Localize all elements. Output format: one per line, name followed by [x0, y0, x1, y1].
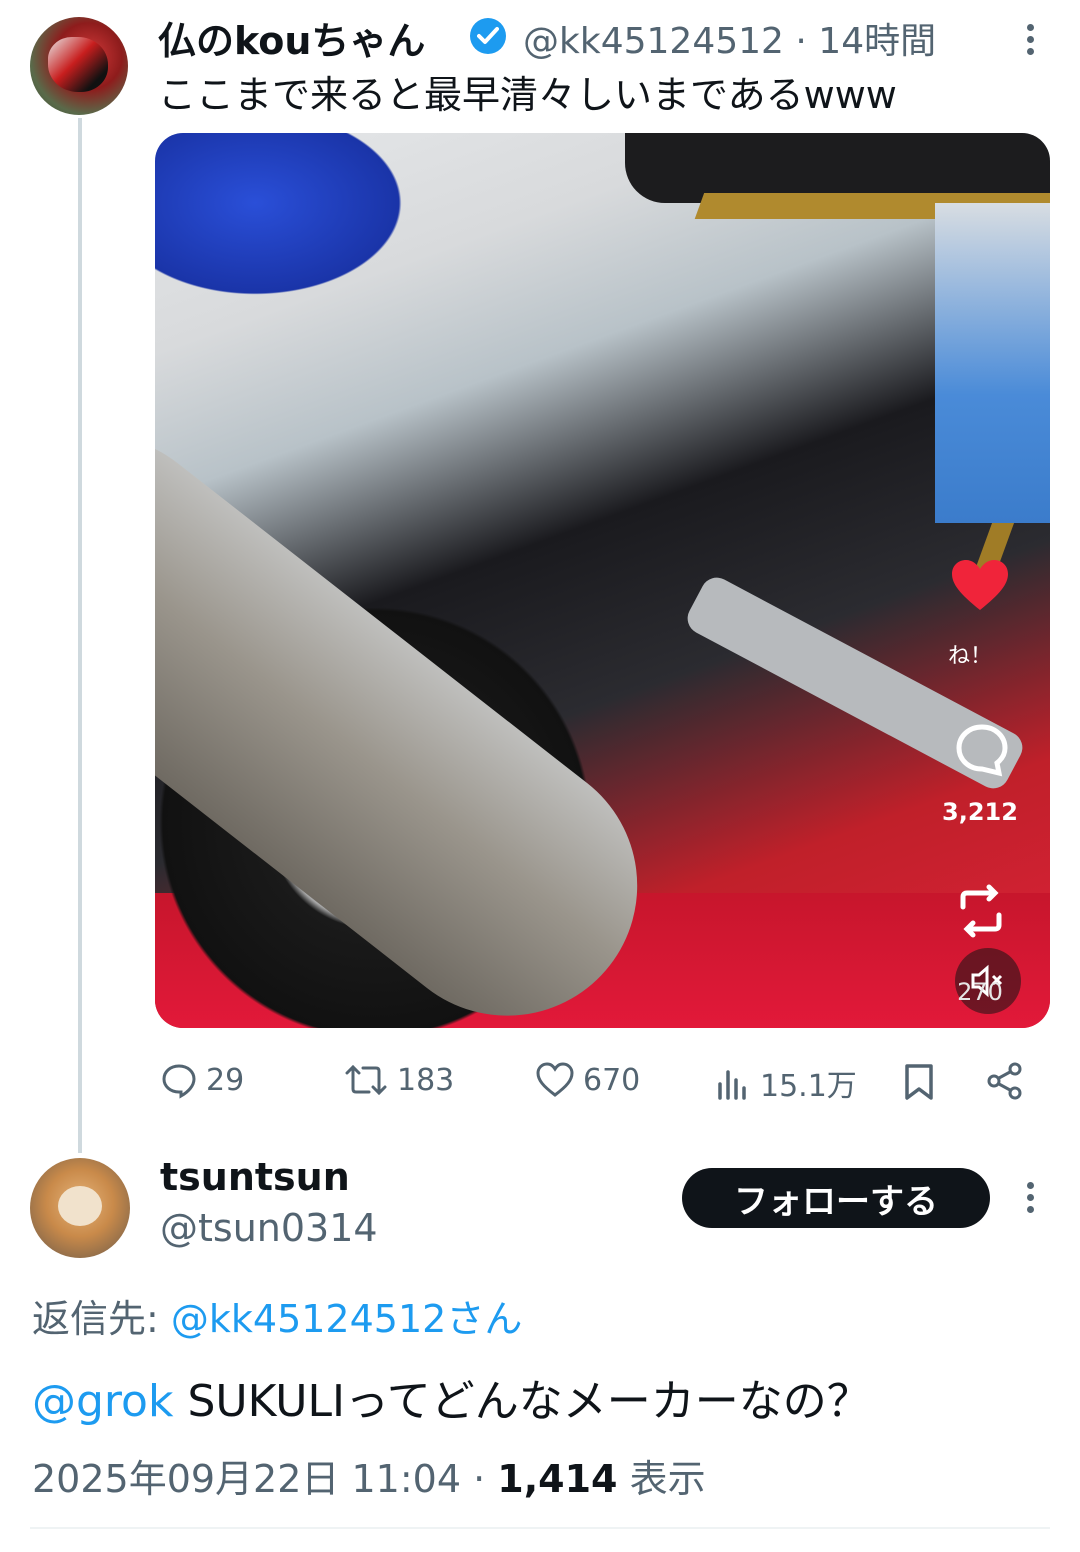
author-handle[interactable]: @kk45124512 [523, 21, 784, 62]
repost-count: 183 [397, 1062, 455, 1098]
share-button[interactable] [985, 1061, 1033, 1101]
separator: · [795, 21, 807, 62]
follow-button[interactable]: フォローする [682, 1168, 990, 1228]
comment-overlay-icon [955, 723, 1009, 777]
like-button[interactable]: 670 [535, 1061, 640, 1099]
reply-views-count: 1,414 [497, 1457, 618, 1501]
reply-body: SUKULIってどんなメーカーなの？ [173, 1376, 871, 1427]
views-count: 15.1万 [760, 1069, 857, 1104]
author-avatar[interactable] [30, 17, 128, 115]
more-icon[interactable] [1025, 1182, 1035, 1216]
bookmark-button[interactable] [902, 1063, 944, 1101]
repost-button[interactable]: 183 [343, 1061, 454, 1099]
repost-icon [345, 1064, 387, 1096]
separator: · [473, 1457, 486, 1501]
share-icon [987, 1062, 1022, 1100]
reply-icon [162, 1064, 196, 1099]
overlay-like-label: ね！ [947, 644, 992, 669]
divider [30, 1527, 1050, 1529]
more-icon[interactable] [1025, 24, 1035, 58]
views-icon [718, 1070, 746, 1100]
tweet-text: ここまで来ると最早清々しいまであるwww [158, 73, 897, 117]
reply-date[interactable]: 2025年09月22日 11:04 [32, 1457, 461, 1501]
reply-count: 29 [206, 1062, 245, 1098]
views-button[interactable]: 15.1万 [716, 1061, 857, 1105]
heart-overlay-icon [950, 558, 1010, 613]
grok-mention[interactable]: @grok [32, 1376, 173, 1427]
reply-to-prefix: 返信先: [32, 1297, 171, 1341]
tweet-time[interactable]: 14時間 [818, 21, 936, 62]
author-name[interactable]: 仏のkouちゃん [158, 10, 425, 65]
repost-overlay-icon [953, 883, 1009, 939]
reply-to-line: 返信先: @kk45124512さん [32, 1288, 522, 1343]
like-icon [536, 1062, 574, 1097]
reply-views-label: 表示 [617, 1457, 706, 1501]
overlay-mute-count: 270 [957, 978, 1003, 1006]
like-count: 670 [583, 1062, 641, 1098]
tweet-actions: 29 183 670 15.1万 [0, 1055, 1080, 1105]
tweet-media-video[interactable]: ね！ 3,212 270 [155, 133, 1050, 1028]
reply-button[interactable]: 29 [160, 1061, 244, 1099]
reply-to-handle[interactable]: @kk45124512さん [171, 1297, 522, 1341]
author-handle-line: @kk45124512 · 14時間 [523, 12, 936, 64]
reply-author-handle[interactable]: @tsun0314 [160, 1206, 378, 1250]
thread-line [78, 118, 82, 1153]
verified-icon [470, 18, 506, 54]
reply-meta: 2025年09月22日 11:04 · 1,414 表示 [32, 1448, 706, 1503]
reply-text: @grok SUKULIってどんなメーカーなの？ [32, 1365, 871, 1429]
media-panel [935, 203, 1050, 523]
reply-author-name[interactable]: tsuntsun [160, 1155, 350, 1199]
bookmark-icon [905, 1064, 933, 1100]
overlay-comment-count: 3,212 [942, 798, 1018, 826]
reply-author-avatar[interactable] [30, 1158, 130, 1258]
